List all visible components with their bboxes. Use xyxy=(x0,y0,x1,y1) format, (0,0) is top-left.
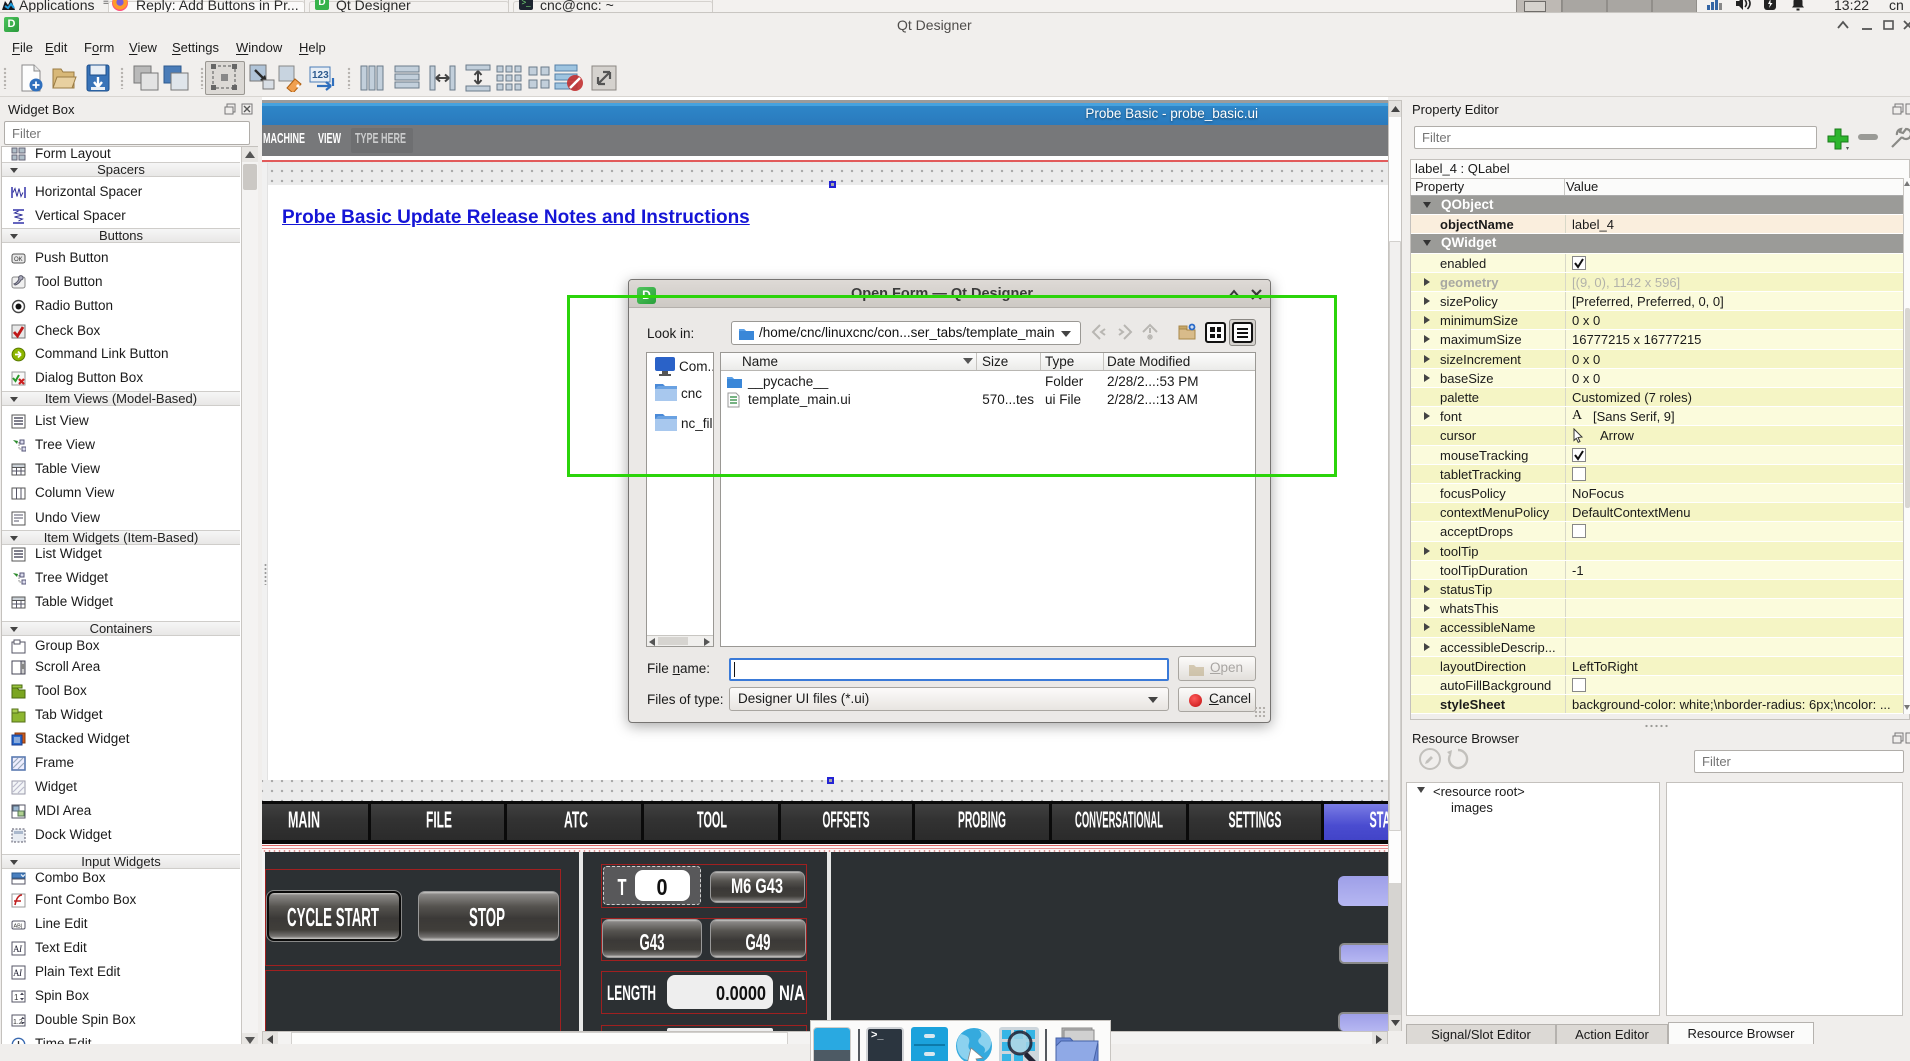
svg-text:STOP: STOP xyxy=(469,902,505,932)
svg-text:0: 0 xyxy=(657,874,668,900)
svg-text:AB|: AB| xyxy=(14,924,23,930)
svg-text:N/A: N/A xyxy=(779,982,805,1005)
svg-text:OK: OK xyxy=(14,257,23,263)
svg-text:1.2: 1.2 xyxy=(13,1019,23,1026)
svg-text:OFFSETS: OFFSETS xyxy=(823,807,870,833)
svg-text:PROBING: PROBING xyxy=(958,807,1006,833)
svg-text:MAIN: MAIN xyxy=(288,807,320,833)
svg-text:CONVERSATIONAL: CONVERSATIONAL xyxy=(1075,807,1163,833)
svg-text:M6 G43: M6 G43 xyxy=(731,875,783,898)
svg-text:G49: G49 xyxy=(746,929,771,955)
svg-text:0.0000: 0.0000 xyxy=(716,983,766,1005)
svg-text:ATC: ATC xyxy=(564,807,588,833)
svg-text:LENGTH: LENGTH xyxy=(607,982,656,1005)
svg-text:CYCLE START: CYCLE START xyxy=(287,902,379,932)
svg-text:FILE: FILE xyxy=(426,807,452,833)
svg-text:TOOL: TOOL xyxy=(697,807,727,833)
svg-text:123: 123 xyxy=(312,70,329,81)
svg-text:1: 1 xyxy=(14,993,19,1002)
svg-text:STA: STA xyxy=(1370,807,1389,833)
svg-text:G43: G43 xyxy=(640,929,665,955)
svg-text:T: T xyxy=(618,874,627,900)
svg-text:SETTINGS: SETTINGS xyxy=(1229,807,1282,833)
